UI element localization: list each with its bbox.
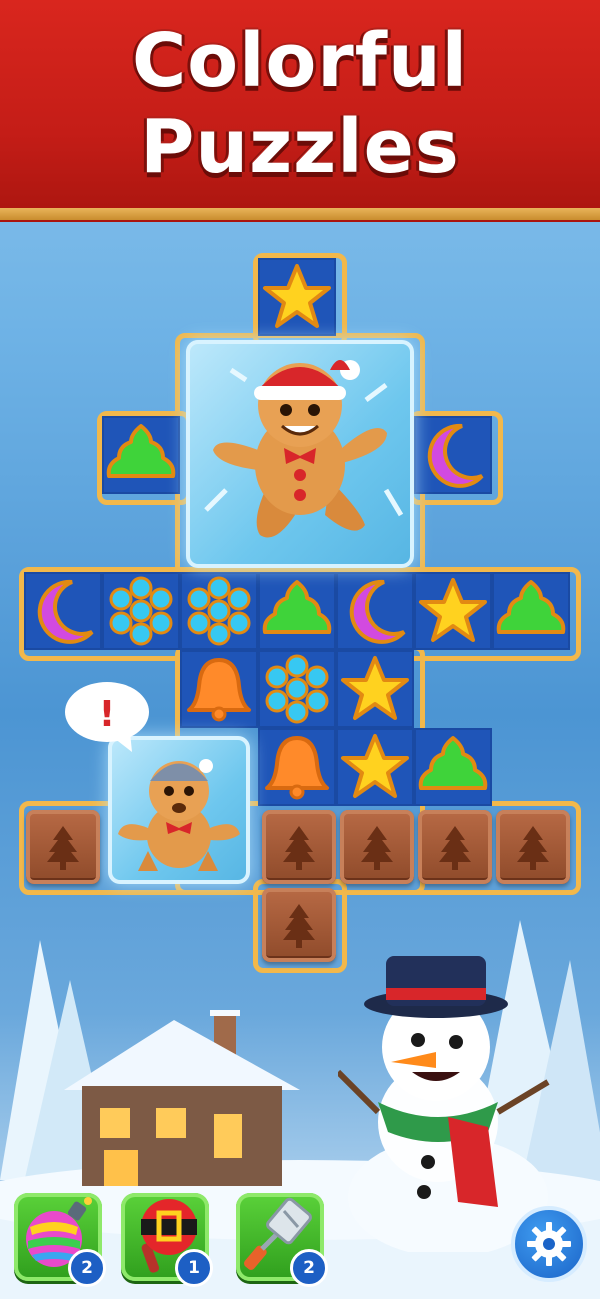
tree-cookie-piece[interactable]	[106, 420, 176, 490]
snowflake-cookie-piece[interactable]	[106, 576, 176, 646]
tree-cookie-piece[interactable]	[262, 576, 332, 646]
gear-icon	[527, 1222, 571, 1266]
bell-cookie-icon	[265, 736, 329, 800]
tree-emboss-icon	[283, 826, 315, 870]
booster-spatula[interactable]: 2	[236, 1193, 328, 1287]
alert-mark: !	[99, 694, 115, 735]
tree-cookie-icon	[496, 580, 566, 634]
snowflake-cookie-piece[interactable]	[262, 654, 332, 724]
moon-cookie-piece[interactable]	[28, 576, 98, 646]
snowman-illustration	[338, 956, 550, 1252]
chocolate-block[interactable]	[262, 888, 336, 962]
frozen-gingerbread-block[interactable]	[186, 340, 414, 568]
snowflake-cookie-icon	[265, 654, 329, 724]
alert-speech-bubble: !	[65, 682, 149, 752]
chocolate-block[interactable]	[340, 810, 414, 884]
gingerbread-man-santa-hat-icon	[204, 360, 404, 538]
star-cookie-piece[interactable]	[340, 732, 410, 802]
booster-count: 1	[175, 1249, 213, 1287]
tree-cookie-icon	[418, 736, 488, 790]
moon-cookie-icon	[427, 423, 484, 488]
moon-cookie-icon	[349, 579, 406, 644]
bell-cookie-icon	[187, 658, 251, 722]
booster-count: 2	[68, 1249, 106, 1287]
booster-santa-hammer[interactable]: 1	[121, 1193, 213, 1287]
star-cookie-icon	[263, 264, 331, 328]
chocolate-block[interactable]	[26, 810, 100, 884]
snowflake-cookie-icon	[187, 576, 251, 646]
tree-emboss-icon	[361, 826, 393, 870]
moon-cookie-icon	[37, 579, 94, 644]
game-scene: Colorful Puzzles ! 2 1 2	[0, 0, 600, 1299]
moon-cookie-piece[interactable]	[340, 576, 410, 646]
tree-cookie-icon	[106, 424, 176, 478]
tree-emboss-icon	[283, 904, 315, 948]
tree-emboss-icon	[439, 826, 471, 870]
bell-cookie-piece[interactable]	[262, 732, 332, 802]
chocolate-block[interactable]	[496, 810, 570, 884]
bell-cookie-piece[interactable]	[184, 654, 254, 724]
star-cookie-piece[interactable]	[418, 576, 488, 646]
star-cookie-piece[interactable]	[340, 654, 410, 724]
chocolate-block[interactable]	[418, 810, 492, 884]
star-cookie-icon	[341, 656, 409, 720]
star-cookie-piece[interactable]	[262, 262, 332, 332]
star-cookie-icon	[341, 734, 409, 798]
tree-cookie-piece[interactable]	[418, 732, 488, 802]
star-cookie-icon	[419, 578, 487, 642]
chocolate-block[interactable]	[262, 810, 336, 884]
booster-rainbow-bomb[interactable]: 2	[14, 1193, 106, 1287]
tree-cookie-icon	[262, 580, 332, 634]
sad-gingerbread-icon	[118, 759, 240, 871]
tree-emboss-icon	[47, 826, 79, 870]
tree-cookie-piece[interactable]	[496, 576, 566, 646]
moon-cookie-piece[interactable]	[418, 420, 488, 490]
tree-emboss-icon	[517, 826, 549, 870]
snowflake-cookie-piece[interactable]	[184, 576, 254, 646]
snowy-cabin-illustration	[64, 1010, 300, 1186]
iced-gingerbread-block[interactable]	[108, 736, 250, 884]
booster-count: 2	[290, 1249, 328, 1287]
settings-button[interactable]	[511, 1206, 587, 1282]
snowflake-cookie-icon	[109, 576, 173, 646]
